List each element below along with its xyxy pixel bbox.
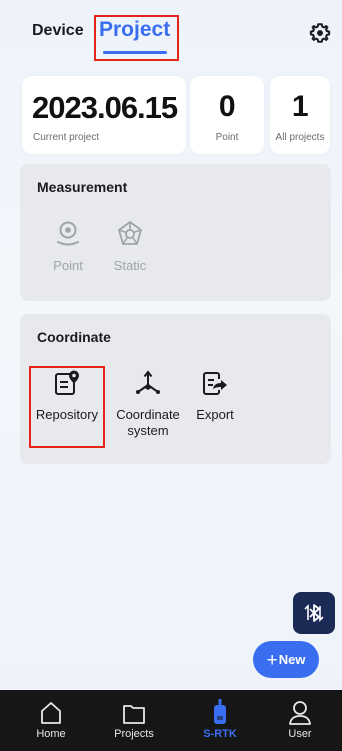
user-icon — [289, 701, 311, 725]
gear-icon[interactable] — [309, 22, 331, 44]
point-count-value: 0 — [218, 90, 236, 123]
satellite-icon — [118, 221, 142, 245]
coordinate-system-label: Coordinate system — [116, 407, 180, 438]
bluetooth-toggle-button[interactable] — [293, 592, 335, 634]
measurement-title: Measurement — [37, 179, 128, 195]
location-pin-icon — [57, 221, 79, 246]
bottom-nav: Home Projects S-RTK User — [0, 690, 342, 751]
highlight-box-repository — [29, 366, 105, 448]
current-project-value: 2023.06.15 — [32, 90, 178, 125]
export-label: Export — [196, 407, 234, 422]
nav-user-label: User — [288, 728, 312, 740]
tab-device[interactable]: Device — [32, 22, 84, 40]
top-bar: Device Project — [0, 0, 342, 70]
point-count-card[interactable]: 0 Point — [190, 76, 264, 154]
receiver-icon — [214, 699, 226, 724]
measurement-static-button[interactable]: Static — [106, 220, 154, 274]
home-icon — [41, 702, 61, 724]
nav-projects[interactable]: Projects — [100, 690, 168, 751]
measurement-static-label: Static — [113, 258, 147, 273]
folder-icon — [123, 705, 145, 724]
nav-s-rtk[interactable]: S-RTK — [186, 690, 254, 751]
nav-projects-label: Projects — [114, 728, 154, 740]
all-projects-label: All projects — [275, 132, 325, 143]
measurement-point-button[interactable]: Point — [44, 220, 92, 274]
nav-home-label: Home — [36, 728, 66, 740]
export-icon — [203, 372, 227, 395]
bluetooth-toggle-icon — [304, 604, 324, 622]
new-project-button[interactable]: +New — [253, 641, 319, 678]
nav-home[interactable]: Home — [17, 690, 85, 751]
nav-user[interactable]: User — [266, 690, 334, 751]
measurement-section: Measurement Point Static — [20, 164, 331, 301]
coordinate-system-button[interactable]: Coordinate system — [111, 369, 185, 439]
all-projects-value: 1 — [291, 90, 309, 123]
new-label: New — [278, 652, 306, 667]
axes-icon — [136, 370, 160, 394]
point-count-label: Point — [215, 132, 239, 143]
current-project-card[interactable]: 2023.06.15 Current project — [22, 76, 186, 154]
coordinate-title: Coordinate — [37, 329, 111, 345]
measurement-point-label: Point — [53, 258, 83, 273]
current-project-label: Current project — [33, 132, 100, 143]
export-button[interactable]: Export — [190, 369, 240, 423]
plus-icon: + — [266, 650, 278, 671]
all-projects-card[interactable]: 1 All projects — [270, 76, 330, 154]
highlight-box-project — [94, 15, 179, 61]
nav-s-rtk-label: S-RTK — [203, 728, 237, 740]
